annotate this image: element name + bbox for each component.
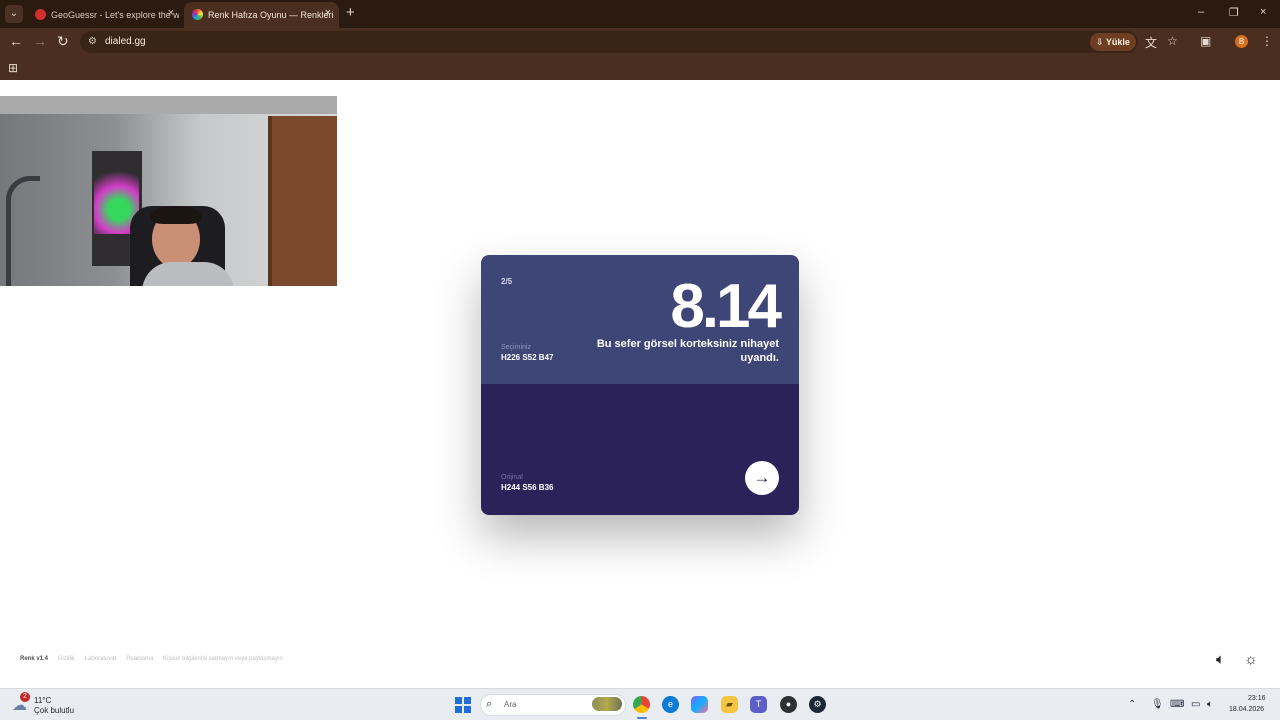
map-pin-icon: [35, 9, 46, 20]
footer-link-lab[interactable]: Laboratuvar: [85, 656, 117, 662]
page-footer: Renk v1.4 Gizlilik Laboratuvar Puanlama …: [20, 656, 291, 662]
clock-time[interactable]: 23:16: [1248, 695, 1266, 702]
next-round-button[interactable]: →: [745, 461, 779, 495]
file-explorer-icon[interactable]: ▰: [721, 696, 738, 713]
translate-icon[interactable]: 文: [1145, 34, 1157, 51]
chrome-icon[interactable]: [633, 696, 650, 713]
back-arrow-icon[interactable]: ←: [9, 33, 23, 49]
obs-icon[interactable]: ●: [780, 696, 797, 713]
weather-description[interactable]: Çok bulutlu: [34, 706, 74, 715]
close-tab-icon[interactable]: ×: [168, 7, 174, 19]
steam-icon[interactable]: ⚙: [809, 696, 826, 713]
copilot-icon[interactable]: [691, 696, 708, 713]
tab-geoguessr[interactable]: GeoGuessr - Let's explore the world! ×: [27, 2, 182, 28]
browser-tab-strip: ⌄ GeoGuessr - Let's explore the world! ×…: [0, 0, 1280, 28]
chevron-up-icon[interactable]: ⌃: [1128, 699, 1136, 710]
speaker-icon[interactable]: 🔈︎: [1216, 651, 1225, 668]
footer-link-privacy[interactable]: Gizlilik: [58, 656, 75, 662]
apps-grid-icon[interactable]: ⊞: [8, 61, 18, 75]
original-color-swatch: [481, 384, 799, 515]
footer-link-scoring[interactable]: Puanlama: [126, 656, 153, 662]
chevron-down-icon[interactable]: ⌄: [5, 5, 23, 23]
temperature[interactable]: 11°C: [34, 696, 51, 705]
restore-icon[interactable]: ❐: [1229, 6, 1239, 19]
profile-avatar[interactable]: B: [1235, 35, 1248, 48]
teams-icon[interactable]: T: [750, 696, 767, 713]
new-tab-icon[interactable]: +: [346, 4, 355, 21]
install-label: Yükle: [1105, 37, 1130, 47]
version-label: Renk v1.4: [20, 656, 49, 662]
tab-color-memory-game[interactable]: Renk Hafıza Oyunu — Renkleri ×: [184, 2, 339, 28]
network-icon[interactable]: ▭: [1191, 699, 1200, 710]
close-tab-icon[interactable]: ×: [325, 7, 331, 19]
edge-icon[interactable]: e: [662, 696, 679, 713]
address-bar[interactable]: [80, 31, 1138, 53]
arrow-right-icon: →: [753, 468, 771, 487]
tab-title: GeoGuessr - Let's explore the world!: [51, 10, 179, 20]
original-label: Orijinal: [501, 474, 523, 481]
search-highlight-image: [592, 697, 622, 711]
install-app-button[interactable]: ⇩ Yükle: [1090, 33, 1136, 51]
webcam-ceiling: [0, 96, 337, 114]
selection-label: Seçiminiz: [501, 344, 531, 351]
color-wheel-icon: [192, 9, 203, 20]
star-icon[interactable]: ☆: [1167, 34, 1178, 48]
keyboard-icon[interactable]: ⌨: [1170, 699, 1184, 710]
round-counter: 2/5: [501, 277, 513, 286]
selection-color-value: H226 S52 B47: [501, 353, 554, 362]
clock-date[interactable]: 18.04.2026: [1229, 706, 1264, 713]
active-app-indicator: [637, 717, 647, 719]
footer-link-privacy-choices[interactable]: Kişisel bilgilerimi satmayın veya paylaş…: [163, 656, 283, 662]
bookmarks-bar: ⊞: [0, 56, 1280, 80]
url-text[interactable]: dialed.gg: [105, 36, 146, 47]
weather-alert-badge: 2: [20, 692, 30, 702]
score-value: 8.14: [670, 272, 782, 341]
forward-arrow-icon[interactable]: →: [33, 33, 47, 49]
webcam-overlay: [0, 96, 337, 286]
tab-title: Renk Hafıza Oyunu — Renkleri: [208, 10, 334, 20]
minimize-icon[interactable]: –: [1198, 6, 1204, 18]
extensions-icon[interactable]: ▣: [1200, 34, 1211, 48]
result-card: 2/5 8.14 Bu sefer görsel korteksiniz nih…: [481, 255, 799, 515]
windows-taskbar: ☁ 2 11°C Çok bulutlu ⌕ Ara e ▰ T ● ⚙ ⌃ 🎙…: [0, 688, 1280, 720]
webcam-door: [268, 116, 337, 286]
browser-toolbar: ← → ↻ ⚙ dialed.gg ⇩ Yükle 文 ☆ ▣ B ⋮: [0, 28, 1280, 56]
kebab-menu-icon[interactable]: ⋮: [1261, 34, 1273, 48]
reload-icon[interactable]: ↻: [57, 33, 69, 50]
sun-icon[interactable]: ☼: [1244, 651, 1258, 668]
microphone-icon[interactable]: 🎙︎: [1151, 699, 1164, 710]
webcam-mic-stand: [6, 176, 40, 286]
score-comment: Bu sefer görsel korteksiniz nihayet uyan…: [596, 338, 779, 364]
volume-icon[interactable]: 🔈︎: [1207, 699, 1213, 710]
search-icon: ⌕: [486, 698, 493, 710]
webcam-person-hair: [151, 206, 201, 224]
windows-start-icon[interactable]: [455, 697, 471, 713]
search-placeholder: Ara: [504, 700, 517, 709]
install-icon: ⇩: [1096, 37, 1104, 47]
site-info-icon[interactable]: ⚙: [88, 36, 100, 48]
window-close-icon[interactable]: ×: [1260, 6, 1266, 18]
original-color-value: H244 S56 B36: [501, 483, 554, 492]
